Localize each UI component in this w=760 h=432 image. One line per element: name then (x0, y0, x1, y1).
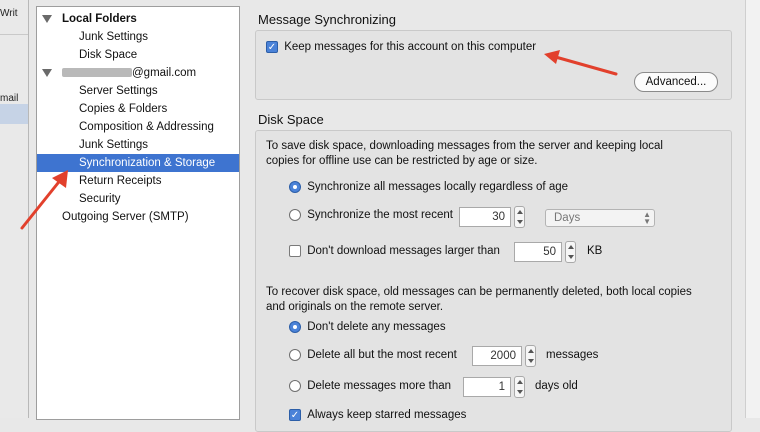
section-title-disk: Disk Space (258, 112, 324, 127)
background-selection (0, 104, 28, 124)
sync-recent-radio[interactable] (289, 209, 301, 221)
account-name: @gmail.com (62, 64, 196, 82)
background-text: mail (0, 93, 19, 104)
delete-older-label: Delete messages more than (307, 380, 452, 393)
intro-line: copies for offline use can be restricted… (266, 155, 538, 167)
tree-item-local-folders[interactable]: Local Folders (37, 10, 239, 28)
tree-item-synchronization-storage[interactable]: Synchronization & Storage (37, 154, 239, 172)
intro-line: To save disk space, downloading messages… (266, 140, 663, 152)
tree-item-label: Server Settings (79, 85, 158, 97)
dont-delete-radio[interactable] (289, 321, 301, 333)
size-limit-unit: KB (587, 245, 603, 257)
tree-item-gmail-account[interactable]: @gmail.com (37, 64, 239, 82)
sync-all-label: Synchronize all messages locally regardl… (307, 181, 569, 194)
sync-all-radio[interactable] (289, 181, 301, 193)
settings-pane: Message Synchronizing ✓ Keep messages fo… (248, 0, 760, 432)
select-arrows-icon: ▲ ▼ (643, 210, 651, 226)
dont-delete-label: Don't delete any messages (307, 321, 446, 334)
disclosure-triangle-icon[interactable] (42, 15, 52, 23)
recover-intro-text: To recover disk space, old messages can … (266, 285, 692, 315)
scrollbar[interactable] (745, 0, 760, 418)
tree-item-label: @gmail.com (132, 67, 197, 79)
delete-older-radio[interactable] (289, 380, 301, 392)
keep-messages-checkbox[interactable]: ✓ (266, 41, 278, 53)
advanced-button[interactable]: Advanced... (634, 72, 718, 92)
size-limit-input[interactable]: 50 (514, 242, 562, 262)
delete-older-stepper[interactable] (514, 376, 525, 398)
background-divider (0, 34, 28, 35)
keep-messages-row[interactable]: ✓ Keep messages for this account on this… (266, 41, 536, 53)
tree-item-label: Disk Space (79, 49, 138, 61)
background-text: Writ (0, 8, 18, 19)
tree-item-junk-settings[interactable]: Junk Settings (37, 28, 239, 46)
delete-older-input[interactable]: 1 (463, 377, 511, 397)
disk-intro-text: To save disk space, downloading messages… (266, 139, 663, 169)
sync-recent-stepper[interactable] (514, 206, 525, 228)
select-value: Days (554, 212, 581, 224)
size-limit-row[interactable]: Don't download messages larger than (289, 245, 500, 257)
tree-item-label: Junk Settings (79, 139, 149, 151)
delete-but-recent-unit: messages (546, 349, 599, 361)
tree-item-return-receipts[interactable]: Return Receipts (37, 172, 239, 190)
recover-line: To recover disk space, old messages can … (266, 286, 692, 298)
tree-item-server-settings[interactable]: Server Settings (37, 82, 239, 100)
tree-item-composition-addressing[interactable]: Composition & Addressing (37, 118, 239, 136)
background-window: Writ mail (0, 0, 29, 418)
tree-item-copies-folders[interactable]: Copies & Folders (37, 100, 239, 118)
disk-group: To save disk space, downloading messages… (255, 130, 732, 432)
size-limit-checkbox[interactable] (289, 245, 301, 257)
account-tree[interactable]: Local Folders Junk Settings Disk Space @… (36, 6, 240, 420)
tree-item-label: Copies & Folders (79, 103, 168, 115)
keep-starred-checkbox[interactable]: ✓ (289, 409, 301, 421)
section-title-sync: Message Synchronizing (258, 12, 397, 27)
delete-but-recent-radio[interactable] (289, 349, 301, 361)
sync-recent-row[interactable]: Synchronize the most recent (289, 209, 453, 221)
sync-recent-unit-select[interactable]: Days ▲ ▼ (545, 209, 655, 227)
sync-recent-input[interactable]: 30 (459, 207, 511, 227)
tree-item-label: Return Receipts (79, 175, 162, 187)
dont-delete-row[interactable]: Don't delete any messages (289, 321, 446, 333)
sync-recent-label: Synchronize the most recent (307, 209, 453, 222)
tree-item-label: Outgoing Server (SMTP) (62, 211, 189, 223)
tree-item-disk-space[interactable]: Disk Space (37, 46, 239, 64)
delete-older-row[interactable]: Delete messages more than (289, 380, 451, 392)
size-limit-label: Don't download messages larger than (307, 245, 500, 258)
tree-item-junk-settings-account[interactable]: Junk Settings (37, 136, 239, 154)
delete-older-unit: days old (535, 380, 578, 392)
delete-but-recent-input[interactable]: 2000 (472, 346, 522, 366)
recover-line: and originals on the remote server. (266, 301, 444, 313)
disclosure-triangle-icon[interactable] (42, 69, 52, 77)
redacted-username (62, 68, 132, 78)
tree-item-label: Local Folders (62, 13, 137, 25)
delete-but-recent-stepper[interactable] (525, 345, 536, 367)
tree-item-security[interactable]: Security (37, 190, 239, 208)
tree-item-outgoing-server[interactable]: Outgoing Server (SMTP) (37, 208, 239, 226)
tree-item-label: Junk Settings (79, 31, 149, 43)
keep-messages-label: Keep messages for this account on this c… (284, 41, 537, 54)
tree-item-label: Synchronization & Storage (79, 157, 216, 169)
delete-but-recent-label: Delete all but the most recent (307, 349, 457, 362)
tree-item-label: Composition & Addressing (79, 121, 214, 133)
keep-starred-row[interactable]: ✓ Always keep starred messages (289, 409, 466, 421)
keep-starred-label: Always keep starred messages (307, 409, 467, 422)
sync-group: ✓ Keep messages for this account on this… (255, 30, 732, 100)
size-limit-stepper[interactable] (565, 241, 576, 263)
tree-item-label: Security (79, 193, 121, 205)
delete-but-recent-row[interactable]: Delete all but the most recent (289, 349, 457, 361)
sync-all-row[interactable]: Synchronize all messages locally regardl… (289, 181, 568, 193)
